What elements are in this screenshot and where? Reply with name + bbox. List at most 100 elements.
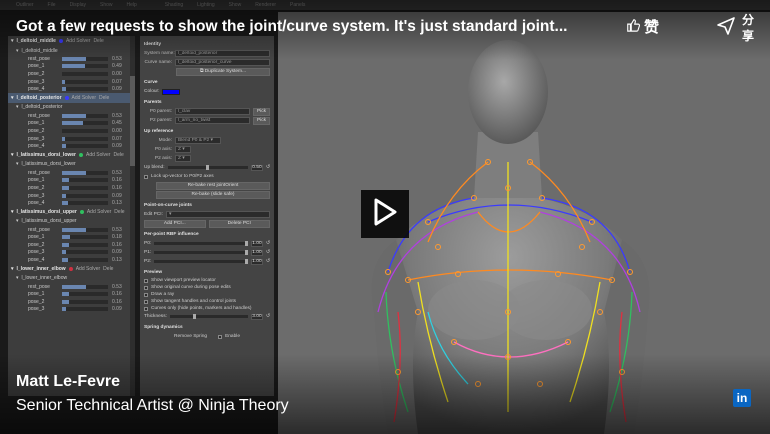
add-solver-button[interactable]: Add Solver — [72, 95, 96, 101]
linkedin-icon[interactable]: in — [733, 389, 751, 407]
rbf-p1-slider[interactable] — [154, 250, 248, 255]
pose-row[interactable]: pose_4 0.09 — [8, 85, 134, 93]
p0-parent-field[interactable]: l_clav — [175, 108, 250, 115]
enable-spring-checkbox[interactable] — [218, 334, 223, 339]
thickness-slider[interactable] — [169, 314, 248, 319]
curve-name-field[interactable]: l_deltoid_posterior_curve — [175, 59, 270, 66]
p0-axis-dropdown[interactable]: Z ▾ — [175, 146, 191, 153]
rbf-p0-knob[interactable] — [244, 241, 248, 246]
pose-weight-bar[interactable] — [62, 250, 108, 255]
pose-row[interactable]: pose_4 0.09 — [8, 142, 134, 150]
pose-weight-bar[interactable] — [62, 121, 108, 126]
reset-icon[interactable]: ↺ — [266, 314, 270, 319]
reset-icon[interactable]: ↺ — [266, 259, 270, 264]
pose-weight-bar[interactable] — [62, 79, 108, 84]
pose-weight-bar[interactable] — [62, 170, 108, 175]
show-tangent-checkbox[interactable] — [144, 299, 148, 304]
add-pci-button[interactable]: Add PCI... — [144, 219, 206, 228]
colour-swatch[interactable] — [162, 88, 181, 95]
pose-row[interactable]: pose_1 0.45 — [8, 120, 134, 128]
up-blend-slider[interactable] — [167, 165, 248, 170]
pose-row[interactable]: pose_3 0.07 — [8, 78, 134, 86]
solver-group-header[interactable]: ▾ l_latissimus_dorsi_lower Add Solver Dele — [8, 150, 134, 160]
pose-row[interactable]: pose_4 0.13 — [8, 256, 134, 264]
lock-up-vector-checkbox[interactable] — [144, 174, 148, 179]
share-button[interactable]: 分享 — [716, 12, 756, 44]
mode-dropdown[interactable]: Blend P0 & P2 ▾ — [175, 137, 221, 144]
pose-weight-bar[interactable] — [62, 193, 108, 198]
delete-pci-button[interactable]: Delete PCI — [208, 219, 270, 228]
pose-row[interactable]: pose_3 0.09 — [8, 192, 134, 200]
play-button[interactable] — [361, 190, 409, 238]
add-solver-button[interactable]: Add Solver — [76, 266, 100, 272]
pose-weight-bar[interactable] — [62, 307, 108, 312]
pose-weight-bar[interactable] — [62, 64, 108, 69]
reset-icon[interactable]: ↺ — [266, 241, 270, 246]
chevron-down-icon[interactable]: ▾ — [16, 161, 19, 167]
pose-weight-bar[interactable] — [62, 144, 108, 149]
pose-row[interactable]: pose_2 0.00 — [8, 127, 134, 135]
chevron-down-icon[interactable]: ▾ — [11, 266, 14, 272]
remove-spring-button[interactable]: Remove Spring — [174, 334, 207, 339]
rebake-slide-button[interactable]: Re-bake (slide safe) — [156, 190, 270, 199]
duplicate-system-button[interactable]: ⧉ Duplicate System... — [176, 67, 270, 76]
add-solver-button[interactable]: Add Solver — [86, 152, 110, 158]
up-blend-value[interactable]: 0.50 — [250, 164, 263, 171]
outliner-scroll-thumb[interactable] — [130, 76, 135, 166]
pose-row[interactable]: pose_1 0.16 — [8, 290, 134, 298]
edit-pci-dropdown[interactable]: ▾ — [165, 211, 270, 218]
pose-row[interactable]: pose_2 0.00 — [8, 70, 134, 78]
p2-parent-field[interactable]: l_arm_no_twist — [175, 117, 250, 124]
chevron-down-icon[interactable]: ▾ — [16, 275, 19, 281]
pose-row[interactable]: pose_3 0.07 — [8, 135, 134, 143]
pose-weight-bar[interactable] — [62, 128, 108, 133]
pose-row[interactable]: rest_pose 0.53 — [8, 226, 134, 234]
pose-weight-bar[interactable] — [62, 87, 108, 92]
pose-row[interactable]: pose_2 0.16 — [8, 241, 134, 249]
solver-group-header[interactable]: ▾ l_lower_inner_elbow Add Solver Dele — [8, 264, 134, 274]
rbf-p1-knob[interactable] — [244, 250, 248, 255]
pose-weight-bar[interactable] — [62, 185, 108, 190]
rbf-p0-slider[interactable] — [154, 241, 248, 246]
video-frame[interactable]: OutlinerFileDisplayShowHelpShadingLighti… — [0, 0, 770, 434]
pose-weight-bar[interactable] — [62, 113, 108, 118]
chevron-down-icon[interactable]: ▾ — [11, 152, 14, 158]
solver-sub-header[interactable]: ▾ l_deltoid_posterior — [8, 103, 134, 112]
pose-row[interactable]: pose_1 0.49 — [8, 63, 134, 71]
pose-row[interactable]: pose_4 0.13 — [8, 199, 134, 207]
up-blend-slider-knob[interactable] — [206, 165, 210, 170]
thickness-value[interactable]: 3.00 — [250, 313, 263, 320]
pose-weight-bar[interactable] — [62, 258, 108, 263]
delete-solver-button[interactable]: Dele — [103, 266, 113, 272]
pose-row[interactable]: pose_1 0.16 — [8, 177, 134, 185]
pose-row[interactable]: pose_1 0.18 — [8, 234, 134, 242]
thickness-knob[interactable] — [193, 314, 197, 319]
show-original-checkbox[interactable] — [144, 285, 148, 290]
chevron-down-icon[interactable]: ▾ — [11, 95, 14, 101]
solver-sub-header[interactable]: ▾ l_latissimus_dorsi_upper — [8, 217, 134, 226]
pose-row[interactable]: rest_pose 0.53 — [8, 283, 134, 291]
pose-weight-bar[interactable] — [62, 136, 108, 141]
rbf-p1-value[interactable]: 1.00 — [250, 249, 263, 256]
like-button[interactable]: 赞 — [626, 16, 659, 37]
p2-pick-button[interactable]: Pick — [252, 116, 270, 125]
solver-sub-header[interactable]: ▾ l_latissimus_dorsi_lower — [8, 160, 134, 169]
pose-weight-bar[interactable] — [62, 299, 108, 304]
delete-solver-button[interactable]: Dele — [114, 209, 124, 215]
chevron-down-icon[interactable]: ▾ — [11, 209, 14, 215]
rbf-p0-value[interactable]: 1.00 — [250, 240, 263, 247]
pose-row[interactable]: rest_pose 0.53 — [8, 112, 134, 120]
pose-weight-bar[interactable] — [62, 227, 108, 232]
curves-only-checkbox[interactable] — [144, 306, 148, 311]
rbf-p2-value[interactable]: 1.00 — [250, 258, 263, 265]
pose-weight-bar[interactable] — [62, 178, 108, 183]
show-viewport-checkbox[interactable] — [144, 278, 148, 283]
pose-weight-bar[interactable] — [62, 201, 108, 206]
add-solver-button[interactable]: Add Solver — [87, 209, 111, 215]
chevron-down-icon[interactable]: ▾ — [16, 218, 19, 224]
rbf-p2-slider[interactable] — [154, 259, 248, 264]
pose-row[interactable]: pose_2 0.16 — [8, 298, 134, 306]
chevron-down-icon[interactable]: ▾ — [16, 104, 19, 110]
p2-axis-dropdown[interactable]: Z ▾ — [175, 155, 191, 162]
p0-pick-button[interactable]: Pick — [252, 107, 270, 116]
